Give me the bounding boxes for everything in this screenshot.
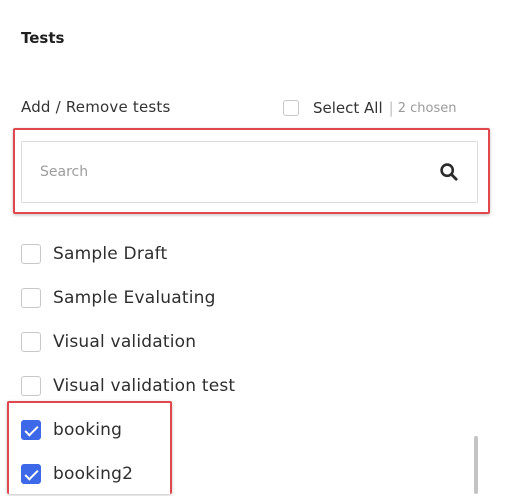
- test-item[interactable]: Sample Draft: [21, 232, 461, 276]
- test-checkbox[interactable]: [21, 376, 41, 396]
- test-label: Visual validation: [53, 332, 197, 352]
- section-title: Tests: [21, 29, 65, 47]
- test-label: Visual validation test: [53, 376, 236, 396]
- search-icon[interactable]: [439, 162, 459, 182]
- select-all-control[interactable]: Select All | 2 chosen: [283, 97, 456, 119]
- separator: |: [388, 99, 394, 117]
- test-item[interactable]: Visual validation: [21, 320, 461, 364]
- search-field[interactable]: [21, 141, 478, 203]
- chosen-count: 2 chosen: [397, 100, 457, 116]
- test-checkbox[interactable]: [21, 244, 41, 264]
- test-label: Sample Evaluating: [53, 288, 216, 308]
- add-remove-label: Add / Remove tests: [21, 98, 171, 116]
- test-checkbox[interactable]: [21, 332, 41, 352]
- list-scrollbar[interactable]: [474, 436, 478, 494]
- search-input[interactable]: [22, 142, 439, 202]
- test-label: Sample Draft: [53, 244, 168, 264]
- select-all-checkbox[interactable]: [283, 100, 299, 116]
- test-checkbox[interactable]: [21, 288, 41, 308]
- test-item[interactable]: Sample Evaluating: [21, 276, 461, 320]
- select-all-label: Select All: [313, 99, 383, 117]
- checked-items-highlight-box: [7, 401, 172, 494]
